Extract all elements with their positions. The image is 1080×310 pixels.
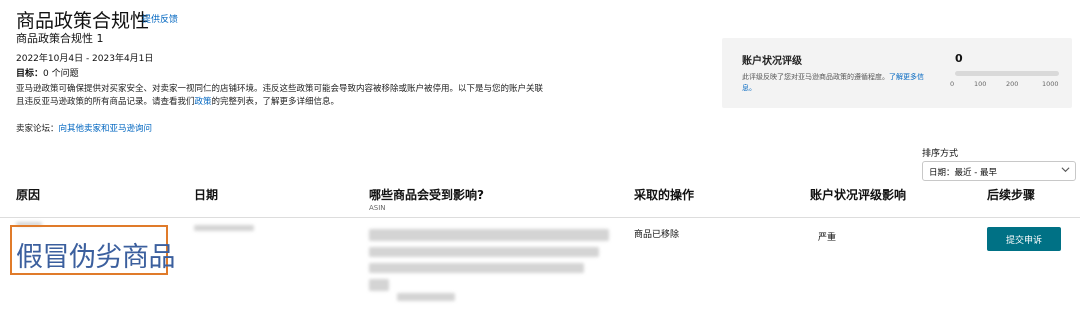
header-items-asin: ASIN — [369, 204, 386, 212]
action-taken: 商品已移除 — [634, 230, 680, 240]
table-header: 原因 日期 哪些商品会受到影响? ASIN 采取的操作 账户状况评级影响 后续步… — [0, 186, 1080, 218]
health-title: 账户状况评级 — [742, 56, 802, 67]
page-title: 商品政策合规性 — [16, 10, 150, 32]
sort-selected-value: 日期：最近 - 最早 — [929, 168, 997, 178]
date-range: 2022年10月4日 - 2023年4月1日 — [16, 54, 154, 64]
redacted-product — [369, 279, 389, 291]
header-items: 哪些商品会受到影响? — [369, 188, 484, 202]
redacted-product — [369, 247, 599, 257]
account-health-card: 账户状况评级 此评级反映了您对亚马逊商品政策的遵循程度。了解更多信息。 0 0 … — [722, 38, 1072, 108]
health-description: 此评级反映了您对亚马逊商品政策的遵循程度。了解更多信息。 — [742, 72, 932, 94]
target-label: 目标： — [16, 69, 44, 79]
tick-label: 200 — [1006, 80, 1019, 88]
page-subtitle: 商品政策合规性 1 — [16, 32, 104, 45]
policy-description: 亚马逊政策可确保提供对买家安全、对卖家一视同仁的店铺环境。违反这些政策可能会导致… — [16, 83, 546, 109]
policy-link[interactable]: 政策 — [195, 97, 212, 107]
health-impact: 严重 — [818, 233, 837, 243]
target-line: 目标：0 个问题 — [16, 66, 79, 79]
header-reason: 原因 — [16, 188, 41, 202]
redacted-asin — [397, 293, 455, 301]
target-value: 0 个问题 — [43, 69, 79, 79]
header-impact: 账户状况评级影响 — [810, 188, 907, 202]
forum-label: 卖家论坛： — [16, 124, 59, 134]
highlight-box: 假冒伪劣商品 — [10, 225, 176, 275]
description-text-2: 的完整列表，了解更多详细信息。 — [211, 97, 340, 107]
redacted-date — [194, 225, 254, 231]
feedback-link[interactable]: 提供反馈 — [142, 12, 178, 25]
table-row: 假冒伪劣商品 商品已移除 严重 提交申诉 — [0, 219, 1080, 310]
header-next-steps: 后续步骤 — [987, 188, 1036, 202]
tick-label: 100 — [974, 80, 987, 88]
health-desc-text: 此评级反映了您对亚马逊商品政策的遵循程度。 — [742, 73, 889, 81]
tick-label: 1000 — [1042, 80, 1059, 88]
seller-forum: 卖家论坛：向其他卖家和亚马逊询问 — [16, 122, 152, 134]
redacted-product — [369, 229, 609, 241]
forum-link[interactable]: 向其他卖家和亚马逊询问 — [59, 124, 153, 134]
health-score: 0 — [955, 52, 963, 65]
redacted-product — [369, 263, 584, 273]
sort-dropdown[interactable]: 日期：最近 - 最早 — [922, 161, 1076, 181]
sort-label: 排序方式 — [922, 149, 959, 159]
chevron-down-icon — [1061, 167, 1070, 173]
reason-text: 假冒伪劣商品 — [16, 242, 176, 273]
health-score-bar — [955, 71, 1059, 76]
submit-appeal-button[interactable]: 提交申诉 — [987, 227, 1061, 251]
header-action: 采取的操作 — [634, 188, 695, 202]
header-date: 日期 — [194, 188, 219, 202]
tick-label: 0 — [950, 80, 955, 88]
